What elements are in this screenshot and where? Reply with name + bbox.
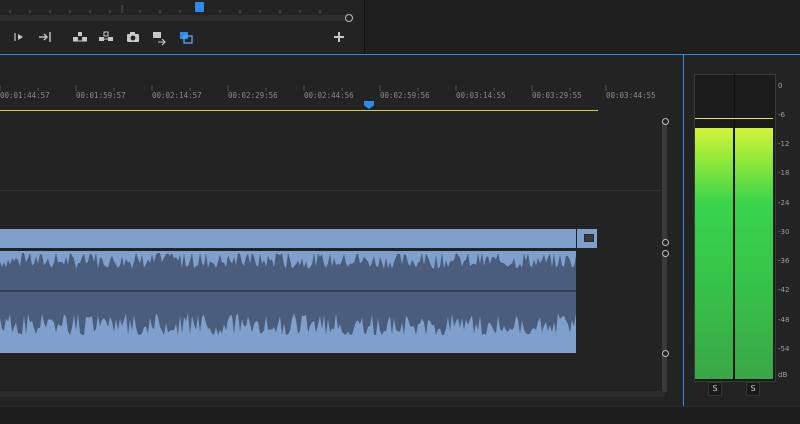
ruler-ticks	[0, 85, 607, 91]
status-bar	[0, 406, 800, 424]
track-divider	[0, 190, 665, 191]
right-top-panel	[365, 0, 800, 53]
audio-waveform	[0, 251, 576, 353]
audio-track-scrollbar[interactable]	[662, 252, 667, 392]
ruler-timecode: 00:01:59:57	[76, 91, 126, 100]
scrub-ruler-ticks	[9, 5, 321, 13]
meter-scale-label: dB	[778, 371, 788, 379]
scrub-bar[interactable]	[0, 15, 346, 21]
step-forward-icon[interactable]	[12, 28, 26, 46]
ruler-timecode: 00:03:14:55	[456, 91, 506, 100]
meter-scale-label: -42	[778, 286, 790, 294]
meter-scale-label: -36	[778, 257, 790, 265]
video-track-area[interactable]	[0, 111, 665, 227]
audio-clip[interactable]	[0, 251, 576, 353]
ruler-timecode: 00:02:29:56	[228, 91, 278, 100]
ruler-timecode: 00:02:59:56	[380, 91, 430, 100]
video-scroll-bottom-handle[interactable]	[662, 239, 669, 246]
ruler-timecode: 00:02:14:57	[152, 91, 202, 100]
video-scroll-top-handle[interactable]	[662, 118, 669, 125]
timeline-panel[interactable]: 00:01:44:57 00:01:59:57 00:02:14:57 00:0…	[0, 54, 684, 407]
ruler-timecode: 00:03:29:55	[532, 91, 582, 100]
meter-scale-label: -24	[778, 199, 790, 207]
audio-scroll-top-handle[interactable]	[662, 250, 669, 257]
meter-channel-divider	[734, 74, 735, 380]
meter-scale-label: -12	[778, 140, 790, 148]
compare-view-icon[interactable]	[178, 28, 194, 46]
time-ruler[interactable]: 00:01:44:57 00:01:59:57 00:02:14:57 00:0…	[0, 55, 660, 111]
lift-icon[interactable]	[72, 28, 88, 46]
go-to-out-icon[interactable]	[38, 28, 52, 46]
meter-scale-label: -54	[778, 345, 790, 353]
ruler-timecode: 00:02:44:56	[304, 91, 354, 100]
meter-scale-label: -6	[778, 111, 785, 119]
solo-right-button[interactable]: S	[746, 382, 760, 396]
meter-scale-label: -30	[778, 228, 790, 236]
meter-scale-label: -18	[778, 169, 790, 177]
ruler-timecode: 00:01:44:57	[0, 91, 50, 100]
monitor-playhead[interactable]	[195, 2, 204, 12]
scrub-end-handle[interactable]	[345, 14, 353, 22]
meter-scale-label: 0	[778, 82, 783, 90]
meter-scale-label: -48	[778, 316, 790, 324]
extract-icon[interactable]	[98, 28, 114, 46]
meter-bar-right	[735, 128, 773, 379]
meter-peak-indicator	[695, 118, 773, 119]
video-track-scrollbar[interactable]	[662, 121, 667, 241]
program-monitor-controls	[0, 0, 365, 53]
ruler-timecode: 00:03:44:55	[606, 91, 656, 100]
add-button-icon[interactable]	[332, 28, 346, 46]
audio-scroll-bottom-handle[interactable]	[662, 350, 669, 357]
timeline-playhead[interactable]	[364, 101, 374, 109]
export-frame-camera-icon[interactable]	[126, 28, 140, 46]
audio-clip-header[interactable]	[0, 229, 576, 248]
solo-left-button[interactable]: S	[708, 382, 722, 396]
insert-overwrite-icon[interactable]	[152, 28, 168, 46]
meter-bar-left	[695, 128, 733, 379]
clip-fx-icon[interactable]	[584, 234, 594, 242]
timeline-horizontal-scrollbar[interactable]	[0, 391, 665, 397]
empty-track-area[interactable]	[0, 353, 665, 391]
